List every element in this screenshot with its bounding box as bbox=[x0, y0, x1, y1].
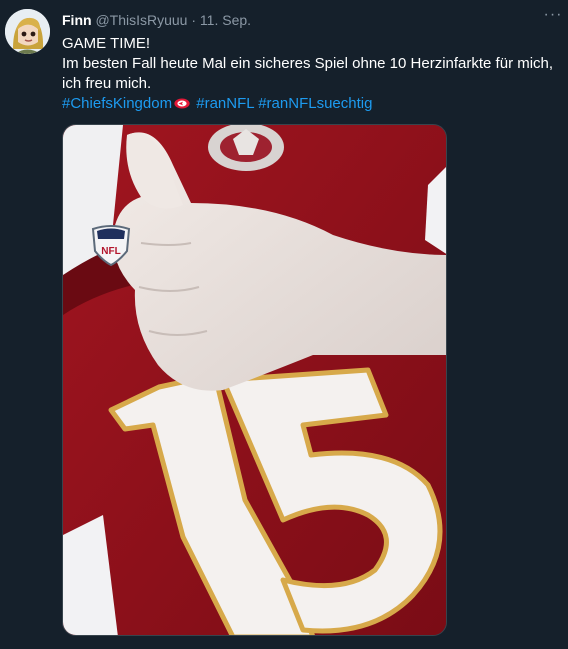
chiefs-arrowhead-icon bbox=[174, 98, 190, 109]
more-horizontal-icon: ··· bbox=[543, 6, 563, 23]
nfl-badge-text: NFL bbox=[101, 246, 120, 257]
jersey-photo: NFL bbox=[63, 125, 446, 635]
more-options-button[interactable]: ··· bbox=[540, 6, 566, 28]
tweet-card[interactable]: Finn @ThisIsRyuuu · 11. Sep. ··· GAME TI… bbox=[0, 0, 568, 649]
hashtag-chiefskingdom[interactable]: #ChiefsKingdom bbox=[62, 95, 172, 112]
separator-dot: · bbox=[191, 12, 197, 28]
hashtag-rannfl[interactable]: #ranNFL bbox=[196, 95, 254, 112]
hashtag-rannflsuechtig[interactable]: #ranNFLsuechtig bbox=[258, 95, 372, 112]
author-handle[interactable]: @ThisIsRyuuu bbox=[95, 12, 187, 28]
tweet-line-1: GAME TIME! bbox=[62, 35, 151, 52]
tweet-header: Finn @ThisIsRyuuu · 11. Sep. bbox=[62, 11, 251, 29]
tweet-date[interactable]: 11. Sep. bbox=[200, 12, 251, 28]
hashtag-row: #ChiefsKingdom #ranNFL #ranNFLsuechtig bbox=[62, 94, 558, 114]
author-name[interactable]: Finn bbox=[62, 12, 92, 28]
tweet-line-2: Im besten Fall heute Mal ein sicheres Sp… bbox=[62, 55, 554, 92]
avatar[interactable] bbox=[5, 9, 50, 54]
tweet-photo[interactable]: NFL bbox=[62, 124, 447, 636]
tweet-text: GAME TIME! Im besten Fall heute Mal ein … bbox=[62, 34, 558, 114]
avatar-image bbox=[5, 9, 50, 54]
